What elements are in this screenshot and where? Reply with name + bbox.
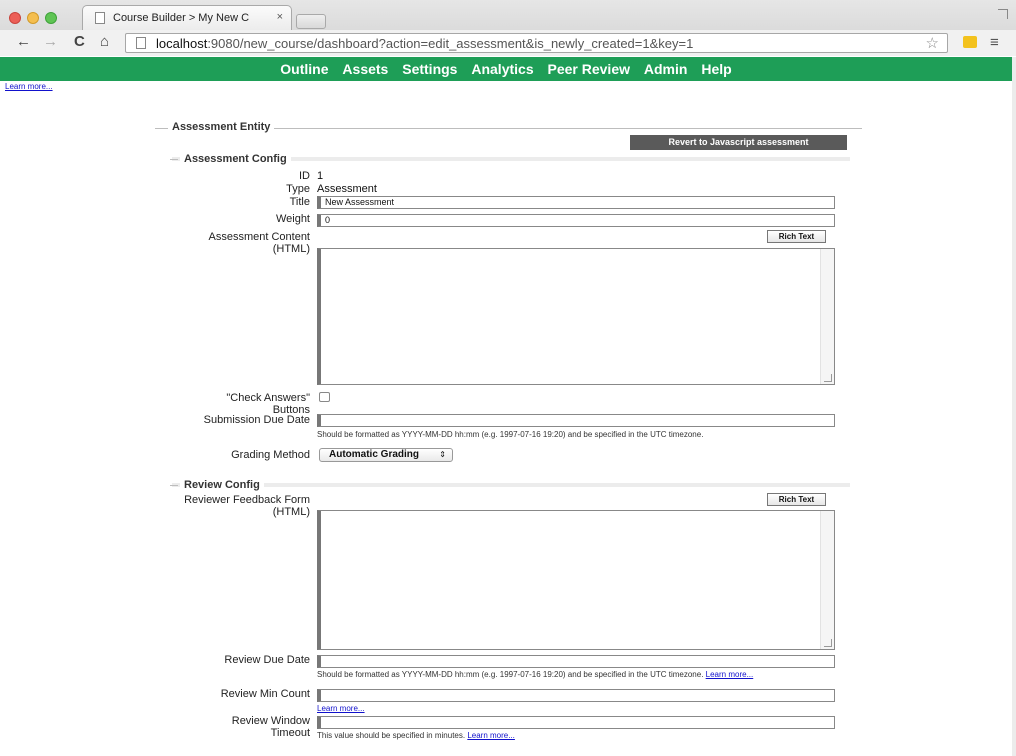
- weight-label: Weight: [275, 213, 310, 225]
- id-value: 1: [317, 170, 324, 182]
- zoom-window-icon[interactable]: [45, 12, 57, 24]
- textarea-scrollbar[interactable]: [820, 249, 834, 384]
- type-value: Assessment: [317, 183, 377, 195]
- review-window-timeout-label: Review Window Timeout: [231, 715, 310, 739]
- check-answers-label: "Check Answers" Buttons: [226, 392, 310, 416]
- grading-method-label: Grading Method: [231, 449, 310, 461]
- textarea-scrollbar[interactable]: [820, 511, 834, 649]
- review-min-count-input[interactable]: [317, 689, 835, 702]
- nav-assets[interactable]: Assets: [342, 61, 388, 77]
- learn-more-link[interactable]: Learn more...: [5, 82, 53, 91]
- home-icon[interactable]: ⌂: [100, 34, 109, 50]
- assessment-content-label: Assessment Content (HTML): [208, 231, 311, 255]
- review-due-learn-more-link[interactable]: Learn more...: [706, 670, 754, 679]
- address-bar[interactable]: localhost:9080/new_course/dashboard?acti…: [125, 33, 948, 53]
- select-arrows-icon: ⇕: [439, 450, 446, 459]
- submission-due-date-label: Submission Due Date: [203, 414, 310, 426]
- timeout-hint: This value should be specified in minute…: [317, 731, 837, 740]
- main-nav: Outline Assets Settings Analytics Peer R…: [0, 57, 1012, 81]
- fieldset-legend: Assessment Entity: [168, 121, 275, 133]
- review-due-date-input[interactable]: [317, 655, 835, 668]
- title-label: Title: [289, 196, 310, 208]
- url-host: localhost: [156, 36, 208, 51]
- timeout-learn-more-link[interactable]: Learn more...: [467, 731, 515, 740]
- reviewer-feedback-label: Reviewer Feedback Form (HTML): [184, 494, 310, 518]
- min-count-learn-more-link[interactable]: Learn more...: [317, 704, 365, 713]
- min-count-hint: Learn more...: [317, 704, 837, 713]
- close-window-icon[interactable]: [9, 12, 21, 24]
- grading-method-value: Automatic Grading: [329, 449, 420, 460]
- resize-grip-icon[interactable]: [824, 639, 832, 647]
- page-icon: [136, 37, 146, 49]
- reload-icon[interactable]: C: [74, 34, 85, 50]
- section-band: [172, 483, 850, 487]
- grading-method-select[interactable]: Automatic Grading ⇕: [319, 448, 453, 462]
- nav-peer-review[interactable]: Peer Review: [548, 61, 631, 77]
- review-min-count-label: Review Min Count: [220, 688, 310, 700]
- timeout-hint-text: This value should be specified in minute…: [317, 731, 466, 740]
- submission-due-date-input[interactable]: [317, 414, 835, 427]
- nav-analytics[interactable]: Analytics: [471, 61, 533, 77]
- browser-toolbar: ← → C ⌂ localhost:9080/new_course/dashbo…: [0, 30, 1016, 56]
- nav-outline[interactable]: Outline: [280, 61, 328, 77]
- nav-settings[interactable]: Settings: [402, 61, 457, 77]
- review-due-hint-text: Should be formatted as YYYY-MM-DD hh:mm …: [317, 670, 704, 679]
- legend-dash: [170, 159, 178, 160]
- id-label: ID: [299, 170, 310, 182]
- page-scrollbar[interactable]: [1012, 57, 1016, 756]
- legend-dash: [170, 485, 178, 486]
- new-tab-button[interactable]: [296, 14, 326, 29]
- title-input[interactable]: New Assessment: [317, 196, 835, 209]
- browser-tab[interactable]: Course Builder > My New C ×: [82, 5, 292, 30]
- extension-icon[interactable]: [963, 36, 977, 48]
- revert-to-javascript-button[interactable]: Revert to Javascript assessment: [630, 135, 847, 150]
- star-icon[interactable]: ☆: [926, 34, 939, 52]
- check-answers-checkbox[interactable]: [319, 392, 330, 402]
- weight-input[interactable]: 0: [317, 214, 835, 227]
- due-date-hint: Should be formatted as YYYY-MM-DD hh:mm …: [317, 430, 704, 439]
- reviewer-feedback-textarea[interactable]: [317, 510, 835, 650]
- review-rich-text-button[interactable]: Rich Text: [767, 493, 826, 506]
- minimize-window-icon[interactable]: [27, 12, 39, 24]
- tab-title: Course Builder > My New C: [113, 12, 250, 24]
- back-arrow-icon[interactable]: ←: [16, 34, 31, 50]
- review-window-timeout-input[interactable]: [317, 716, 835, 729]
- assessment-config-legend: Assessment Config: [180, 153, 291, 165]
- fullscreen-icon[interactable]: [998, 9, 1008, 19]
- assessment-content-textarea[interactable]: [317, 248, 835, 385]
- browser-chrome: Course Builder > My New C × ← → C ⌂ loca…: [0, 0, 1016, 56]
- review-due-hint: Should be formatted as YYYY-MM-DD hh:mm …: [317, 670, 797, 679]
- type-label: Type: [286, 183, 310, 195]
- review-config-legend: Review Config: [180, 479, 264, 491]
- rich-text-button[interactable]: Rich Text: [767, 230, 826, 243]
- review-due-date-label: Review Due Date: [224, 654, 310, 666]
- forward-arrow-icon[interactable]: →: [43, 34, 58, 50]
- nav-admin[interactable]: Admin: [644, 61, 688, 77]
- page-icon: [95, 12, 105, 24]
- menu-icon[interactable]: ≡: [990, 34, 999, 51]
- nav-help[interactable]: Help: [701, 61, 731, 77]
- close-tab-icon[interactable]: ×: [277, 11, 283, 23]
- url-path: :9080/new_course/dashboard?action=edit_a…: [207, 36, 694, 51]
- resize-grip-icon[interactable]: [824, 374, 832, 382]
